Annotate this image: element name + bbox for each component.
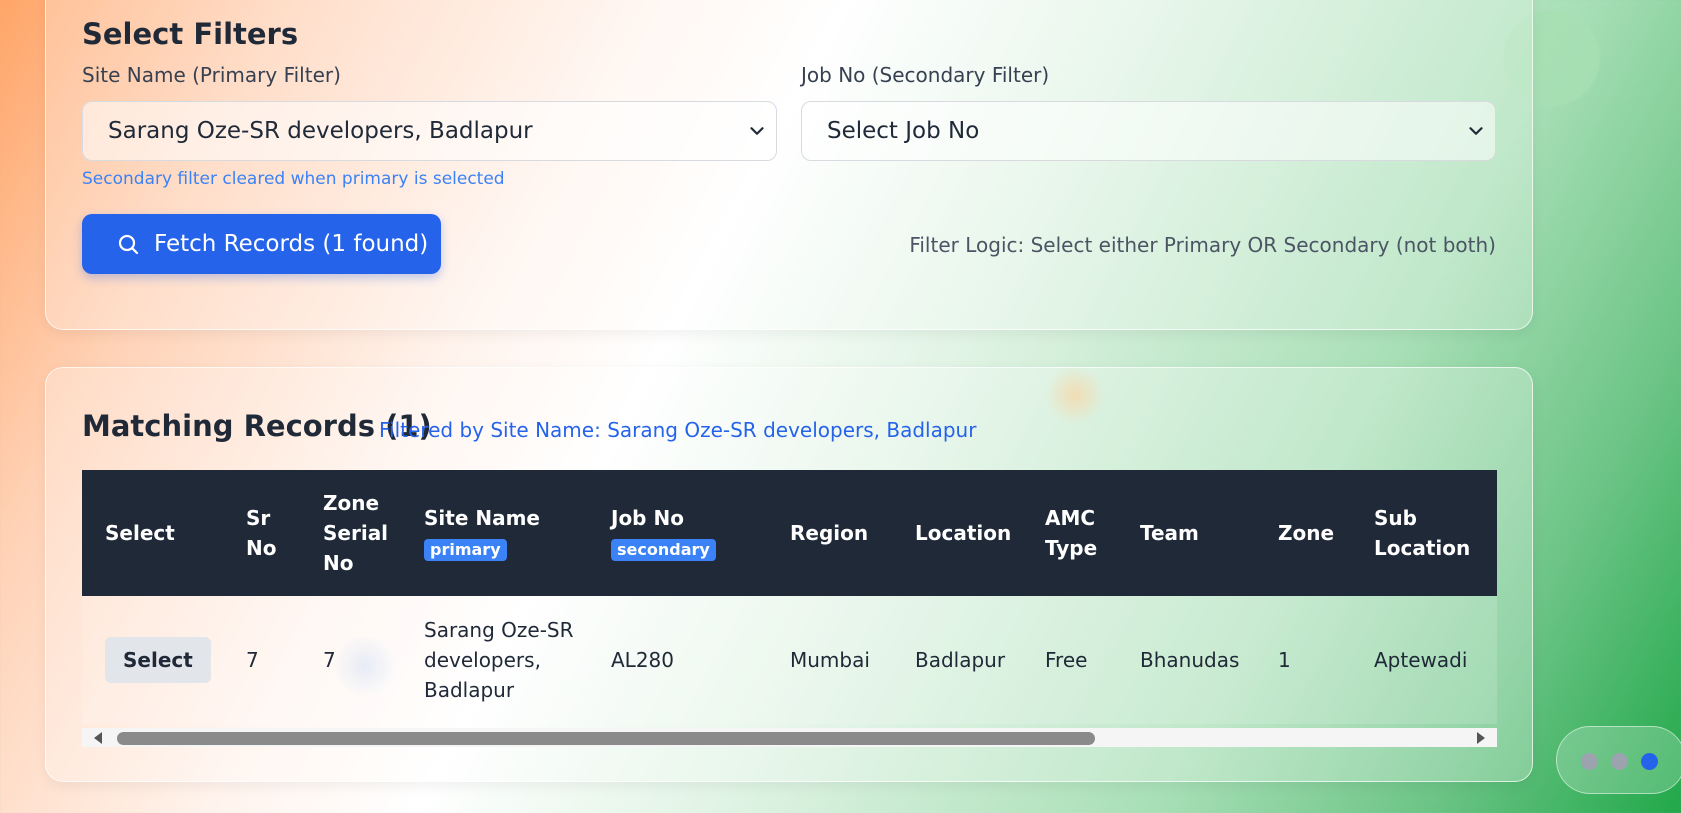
column-header-zone: Zone: [1278, 521, 1335, 545]
job-no-cell: AL280: [611, 648, 674, 672]
secondary-filter-hint: Secondary filter cleared when primary is…: [82, 169, 505, 189]
zone-serial-no-cell: 7: [323, 648, 336, 672]
sr-no-cell: 7: [246, 648, 259, 672]
column-header-site-name: Site Name primary: [401, 470, 588, 596]
pager-dot[interactable]: [1611, 753, 1628, 770]
filters-card: Select Filters Site Name (Primary Filter…: [45, 0, 1533, 330]
chevron-down-icon: [1469, 127, 1483, 135]
sub-location-cell: Aptewadi: [1374, 648, 1468, 672]
column-header-site-name-text: Site Name: [424, 506, 540, 530]
records-table: Select Sr No Zone Serial No Site Name pr…: [82, 470, 1497, 724]
filters-title: Select Filters: [82, 17, 299, 51]
primary-tag: primary: [424, 538, 507, 561]
column-header-job-no-text: Job No: [611, 506, 684, 530]
site-name-select-value: Sarang Oze-SR developers, Badlapur: [108, 118, 533, 144]
records-filter-subtitle: Filtered by Site Name: Sarang Oze-SR dev…: [379, 418, 977, 442]
column-header-sub-location: Sub Location: [1374, 506, 1471, 560]
fetch-records-label: Fetch Records (1 found): [154, 231, 429, 257]
scroll-right-arrow-icon[interactable]: [1477, 732, 1485, 744]
column-header-amc-type: AMC Type: [1045, 506, 1098, 560]
team-cell: Bhanudas: [1140, 648, 1240, 672]
filter-logic-text: Filter Logic: Select either Primary OR S…: [909, 233, 1496, 257]
region-cell: Mumbai: [790, 648, 870, 672]
chevron-down-icon: [750, 127, 764, 135]
secondary-tag: secondary: [611, 538, 716, 561]
table-header-row: Select Sr No Zone Serial No Site Name pr…: [82, 470, 1497, 596]
table-row: Select 7 7 Sarang Oze-SR developers, Bad…: [82, 596, 1497, 724]
site-name-cell: Sarang Oze-SR developers, Badlapur: [424, 618, 574, 702]
column-header-select: Select: [105, 521, 175, 545]
column-header-region: Region: [790, 521, 869, 545]
fetch-records-button[interactable]: Fetch Records (1 found): [82, 214, 441, 274]
records-table-container[interactable]: Select Sr No Zone Serial No Site Name pr…: [82, 470, 1497, 747]
column-header-team: Team: [1140, 521, 1199, 545]
column-header-job-no: Job No secondary: [588, 470, 767, 596]
column-header-location: Location: [915, 521, 1012, 545]
pager-dots: [1556, 726, 1681, 794]
search-icon: [118, 234, 139, 255]
secondary-filter-label: Job No (Secondary Filter): [801, 63, 1050, 87]
job-no-select[interactable]: Select Job No: [801, 101, 1496, 161]
scroll-left-arrow-icon[interactable]: [94, 732, 102, 744]
primary-filter-label: Site Name (Primary Filter): [82, 63, 341, 87]
pager-dot[interactable]: [1581, 753, 1598, 770]
records-card: Matching Records (1) Filtered by Site Na…: [45, 367, 1533, 782]
job-no-select-value: Select Job No: [827, 118, 980, 144]
select-row-button[interactable]: Select: [105, 637, 211, 683]
pager-dot-active[interactable]: [1641, 753, 1658, 770]
column-header-sr-no: Sr No: [246, 506, 277, 560]
location-cell: Badlapur: [915, 648, 1006, 672]
horizontal-scrollbar[interactable]: [82, 728, 1497, 747]
scrollbar-thumb[interactable]: [117, 732, 1095, 745]
zone-cell: 1: [1278, 648, 1291, 672]
column-header-zone-serial-no: Zone Serial No: [323, 491, 389, 575]
select-cell: Select: [82, 596, 223, 724]
site-name-select[interactable]: Sarang Oze-SR developers, Badlapur: [82, 101, 777, 161]
amc-type-cell: Free: [1045, 648, 1088, 672]
